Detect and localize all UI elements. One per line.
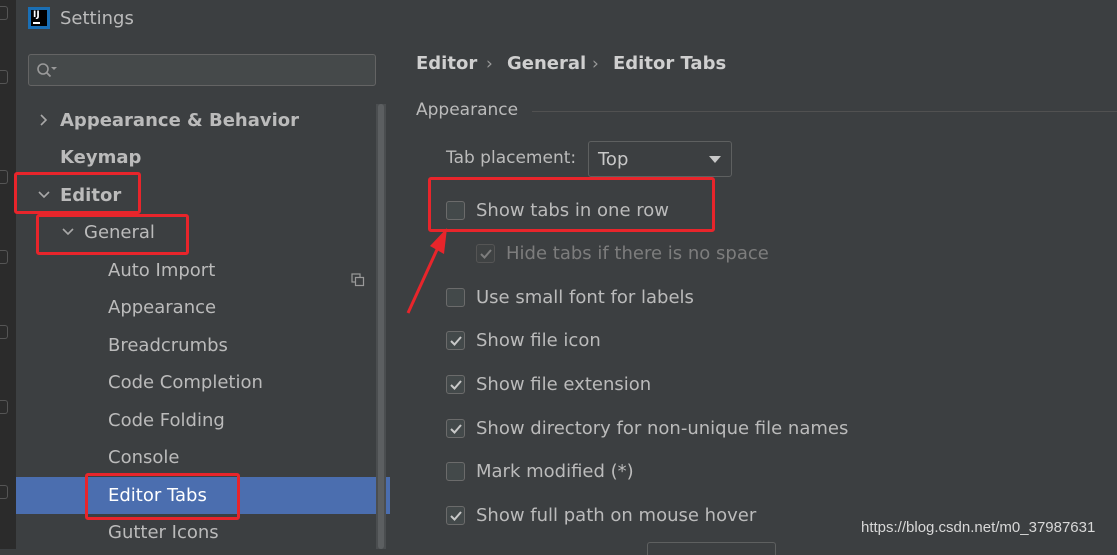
option-label: Hide tabs if there is no space — [506, 243, 769, 264]
section-divider — [532, 111, 1117, 112]
tree-item-editor[interactable]: Editor — [16, 177, 390, 214]
tree-item-label: Appearance & Behavior — [60, 110, 300, 131]
window-title: Settings — [60, 8, 134, 29]
section-title-appearance: Appearance — [416, 100, 519, 120]
breadcrumb-general[interactable]: General — [507, 53, 586, 74]
checkbox-checked[interactable] — [446, 506, 465, 525]
checkbox-unchecked[interactable] — [446, 201, 465, 220]
tree-item-label: Breadcrumbs — [108, 335, 228, 356]
tab-placement-label: Tab placement: — [446, 148, 577, 168]
tree-item-label: Gutter Icons — [108, 522, 219, 543]
tree-item-label: Appearance — [108, 297, 217, 318]
breadcrumb-separator: › — [486, 54, 493, 74]
left-edge-strip — [0, 0, 17, 549]
tree-item-console[interactable]: Console — [16, 439, 390, 476]
settings-content: Editor › General › Editor Tabs Appearanc… — [390, 40, 1117, 555]
search-input[interactable] — [63, 59, 367, 83]
checkmark-icon — [450, 380, 462, 390]
checkmark-icon — [480, 249, 492, 259]
checkmark-icon — [450, 511, 462, 521]
option-label: Mark modified (*) — [476, 461, 634, 482]
checkbox-unchecked[interactable] — [446, 462, 465, 481]
breadcrumb-separator: › — [592, 54, 599, 74]
tree-item-breadcrumbs[interactable]: Breadcrumbs — [16, 327, 390, 364]
tab-placement-dropdown[interactable]: Top — [588, 141, 732, 177]
checkmark-icon — [450, 424, 462, 434]
chevron-right-icon[interactable] — [36, 102, 52, 139]
intellij-logo-icon: IJ — [28, 7, 50, 29]
tree-item-label: Code Completion — [108, 372, 263, 393]
option-label: Show file icon — [476, 330, 601, 351]
checkbox-checked[interactable] — [446, 419, 465, 438]
tree-item-label: Editor Tabs — [108, 485, 207, 506]
tree-item-appearance[interactable]: Appearance — [16, 289, 390, 326]
option-label: Show directory for non-unique file names — [476, 418, 849, 439]
tree-scrollbar[interactable] — [376, 104, 386, 549]
option-label: Show tabs in one row — [476, 200, 669, 221]
tree-scrollbar-thumb[interactable] — [378, 104, 384, 549]
copy-settings-icon — [351, 263, 365, 287]
tree-item-label: Auto Import — [108, 260, 216, 281]
tree-item-editor-tabs[interactable]: Editor Tabs — [16, 477, 390, 514]
checkmark-icon — [450, 336, 462, 346]
tree-item-code-completion[interactable]: Code Completion — [16, 364, 390, 401]
tree-item-label: General — [84, 222, 155, 243]
tree-item-appearance-behavior[interactable]: Appearance & Behavior — [16, 102, 390, 139]
settings-sidebar: Appearance & Behavior Keymap Editor General… — [16, 40, 390, 549]
tree-item-label: Code Folding — [108, 410, 225, 431]
option-label: Show file extension — [476, 374, 652, 395]
chevron-down-icon — [709, 156, 721, 163]
checkbox-unchecked[interactable] — [446, 288, 465, 307]
tree-item-keymap[interactable]: Keymap — [16, 139, 390, 176]
tree-item-auto-import[interactable]: Auto Import — [16, 252, 390, 289]
title-bar: IJ Settings — [16, 0, 1117, 40]
option-label: Show full path on mouse hover — [476, 505, 757, 526]
tree-item-label: Editor — [60, 185, 122, 206]
search-field[interactable] — [28, 54, 376, 86]
chevron-down-icon[interactable] — [36, 177, 52, 214]
search-icon — [37, 63, 57, 78]
tab-placement-value: Top — [598, 149, 629, 170]
tree-item-code-folding[interactable]: Code Folding — [16, 402, 390, 439]
breadcrumb-editor[interactable]: Editor — [416, 53, 477, 74]
chevron-down-icon[interactable] — [60, 214, 76, 251]
checkbox-checked[interactable] — [446, 375, 465, 394]
breadcrumb-editor-tabs: Editor Tabs — [613, 53, 727, 74]
checkbox-checked — [476, 244, 495, 263]
option-label: Use small font for labels — [476, 287, 694, 308]
logo-text: IJ — [33, 10, 40, 20]
tree-item-general[interactable]: General — [16, 214, 390, 251]
tree-item-gutter-icons[interactable]: Gutter Icons — [16, 514, 390, 551]
tree-item-label: Keymap — [60, 147, 142, 168]
watermark: https://blog.csdn.net/m0_37987631 — [861, 519, 1096, 536]
checkbox-checked[interactable] — [446, 331, 465, 350]
tree-item-label: Console — [108, 447, 180, 468]
